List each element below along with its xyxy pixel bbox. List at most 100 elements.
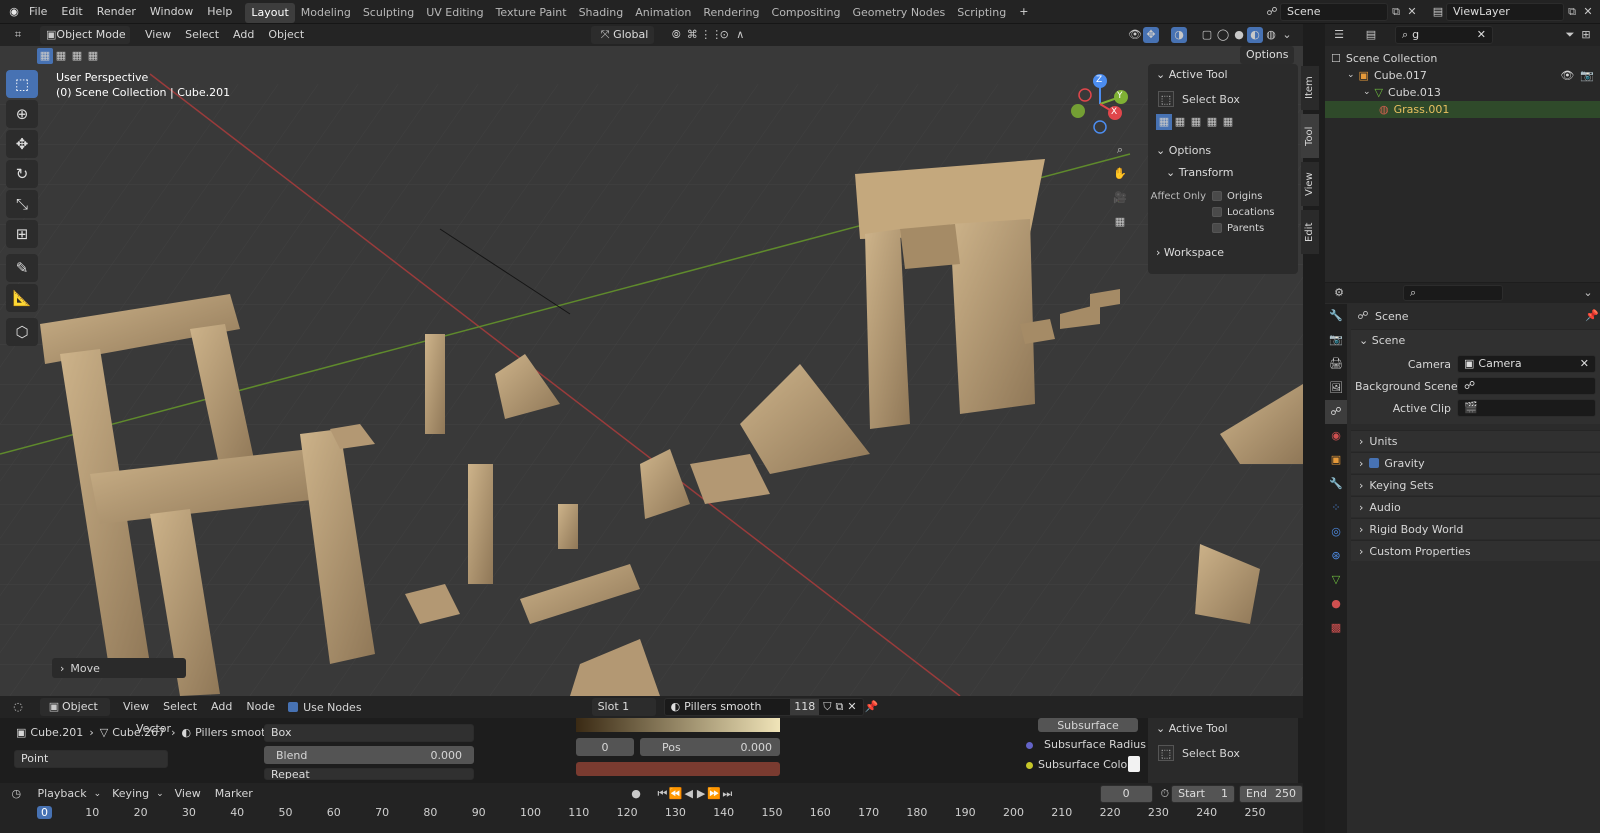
select-subtract-icon[interactable]: ▦ bbox=[69, 48, 85, 64]
mode-subtract-icon[interactable]: ▦ bbox=[1188, 114, 1204, 130]
shader-menu-view[interactable]: View bbox=[116, 695, 156, 719]
new-collection-icon[interactable]: ⊞ bbox=[1578, 27, 1594, 43]
subsurface-slider[interactable]: Subsurface bbox=[1038, 718, 1138, 732]
property-section-gravity[interactable]: › Gravity bbox=[1351, 452, 1600, 473]
menu-help[interactable]: Help bbox=[200, 0, 239, 24]
falloff-icon[interactable]: ∧ bbox=[732, 27, 748, 43]
mode-set-icon[interactable]: ▦ bbox=[1156, 114, 1172, 130]
transform-tool[interactable]: ⊞ bbox=[6, 220, 38, 248]
object-tab-icon[interactable]: ▣ bbox=[1325, 448, 1347, 472]
tool-tab-icon[interactable]: 🔧 bbox=[1325, 304, 1347, 328]
viewport-menu-view[interactable]: View bbox=[138, 24, 178, 47]
sidebar-tab-tool[interactable]: Tool bbox=[1301, 114, 1319, 158]
use-nodes-checkbox[interactable] bbox=[288, 702, 299, 712]
sidebar-tab-view[interactable]: View bbox=[1301, 162, 1319, 206]
workspace-tab-modeling[interactable]: Modeling bbox=[295, 3, 357, 23]
property-section-custom-properties[interactable]: › Custom Properties bbox=[1351, 540, 1600, 561]
new-scene-icon[interactable]: ⧉ bbox=[1388, 4, 1404, 20]
particles-tab-icon[interactable]: ⁘ bbox=[1325, 496, 1347, 520]
shader-type-selector[interactable]: ▣ Object bbox=[40, 698, 110, 716]
material-shading-icon[interactable]: ◐ bbox=[1247, 27, 1263, 43]
select-box-tool[interactable]: ⬚ bbox=[6, 70, 38, 98]
solid-shading-icon[interactable]: ● bbox=[1231, 27, 1247, 43]
material-selector[interactable]: ◐ Pillers smooth 118 ⛉ ⧉ ✕ bbox=[663, 698, 864, 716]
transform-orientation[interactable]: ⤧ Global bbox=[591, 26, 655, 44]
clear-search-icon[interactable]: ✕ bbox=[1477, 27, 1486, 43]
sidebar-tab-edit[interactable]: Edit bbox=[1301, 210, 1319, 254]
shader-menu-select[interactable]: Select bbox=[156, 695, 204, 719]
transform-header[interactable]: ⌄ Transform bbox=[1148, 162, 1298, 184]
property-section-audio[interactable]: › Audio bbox=[1351, 496, 1600, 517]
shader-menu-add[interactable]: Add bbox=[204, 695, 239, 719]
node-active-tool-header[interactable]: ⌄ Active Tool bbox=[1148, 718, 1298, 740]
properties-options-icon[interactable]: ⌄ bbox=[1580, 285, 1596, 301]
overlay-toggle-icon[interactable]: ◑ bbox=[1171, 27, 1187, 43]
duplicate-material-icon[interactable]: ⧉ bbox=[835, 699, 843, 715]
expand-arrow-icon[interactable]: ⌄ bbox=[1363, 84, 1371, 101]
proportional-edit-icon[interactable]: ⊙ bbox=[716, 27, 732, 43]
property-section-rigid-body-world[interactable]: › Rigid Body World bbox=[1351, 518, 1600, 539]
mode-extend-icon[interactable]: ▦ bbox=[1172, 114, 1188, 130]
mode-intersect-icon[interactable]: ▦ bbox=[1220, 114, 1236, 130]
origins-checkbox[interactable] bbox=[1212, 191, 1222, 201]
shader-editor-type-icon[interactable]: ◌ bbox=[10, 699, 26, 715]
workspace-tab-animation[interactable]: Animation bbox=[629, 3, 697, 23]
breadcrumb-material[interactable]: Pillers smooth bbox=[195, 726, 272, 739]
snap-icon[interactable]: ⌘ bbox=[684, 27, 700, 43]
sidebar-tab-item[interactable]: Item bbox=[1301, 66, 1319, 110]
blender-logo-icon[interactable]: ◉ bbox=[6, 4, 22, 20]
remove-scene-icon[interactable]: ✕ bbox=[1404, 4, 1420, 20]
viewport-menu-add[interactable]: Add bbox=[226, 24, 261, 47]
scene-tab-icon[interactable]: ☍ bbox=[1325, 400, 1347, 424]
outliner-type-icon[interactable]: ☰ bbox=[1331, 27, 1347, 43]
camera-view-icon[interactable]: 🎥 bbox=[1112, 190, 1128, 214]
snap-target-icon[interactable]: ⋮⋮ bbox=[700, 27, 722, 43]
pin-icon[interactable]: 📌 bbox=[1584, 308, 1600, 324]
property-section-units[interactable]: › Units bbox=[1351, 430, 1600, 451]
view-layer-tab-icon[interactable]: 🖼 bbox=[1325, 376, 1347, 400]
shader-menu-node[interactable]: Node bbox=[239, 695, 282, 719]
render-camera-icon[interactable]: 📷 bbox=[1580, 67, 1594, 84]
add-cube-tool[interactable]: ⬡ bbox=[6, 318, 38, 346]
cursor-tool[interactable]: ⊕ bbox=[6, 100, 38, 128]
outliner-item[interactable]: ☐ Scene Collection bbox=[1325, 50, 1600, 67]
remove-view-layer-icon[interactable]: ✕ bbox=[1580, 4, 1596, 20]
outliner-item[interactable]: ⌄ ▽ Cube.013 bbox=[1325, 84, 1600, 101]
background-scene-field[interactable]: ☍ bbox=[1457, 377, 1596, 395]
output-tab-icon[interactable]: 🖨 bbox=[1325, 352, 1347, 376]
menu-render[interactable]: Render bbox=[90, 0, 143, 24]
color-ramp-bar[interactable] bbox=[576, 718, 780, 732]
xray-icon[interactable]: ▢ bbox=[1199, 27, 1215, 43]
camera-field[interactable]: ▣ Camera ✕ bbox=[1457, 355, 1596, 373]
render-tab-icon[interactable]: 📷 bbox=[1325, 328, 1347, 352]
filter-icon[interactable]: ⏷ bbox=[1562, 27, 1578, 43]
material-tab-icon[interactable]: ● bbox=[1325, 592, 1347, 616]
move-tool[interactable]: ✥ bbox=[6, 130, 38, 158]
outliner-search[interactable]: ⌕ g ✕ bbox=[1395, 26, 1493, 44]
zoom-icon[interactable]: ⌕ bbox=[1112, 142, 1128, 166]
viewport-options-button[interactable]: Options bbox=[1240, 46, 1295, 64]
material-users[interactable]: 118 bbox=[790, 699, 820, 715]
viewport-menu-select[interactable]: Select bbox=[178, 24, 226, 47]
workspace-tab-geometry-nodes[interactable]: Geometry Nodes bbox=[846, 3, 951, 23]
ramp-index-field[interactable]: 0 bbox=[576, 738, 634, 756]
timeline[interactable]: ◷ Playback ⌄ Keying ⌄ View Marker ● ⏮ ⏪ ◀ ▶ ⏩… bbox=[0, 783, 1303, 833]
pin-node-tree-icon[interactable]: 📌 bbox=[864, 699, 880, 715]
perspective-toggle-icon[interactable]: ▦ bbox=[1112, 214, 1128, 238]
workspace-header[interactable]: › Workspace bbox=[1148, 242, 1298, 264]
outliner-item[interactable]: ⌄ ▣ Cube.017 👁 📷 bbox=[1325, 67, 1600, 84]
box-dropdown[interactable]: Box bbox=[264, 724, 474, 742]
annotate-tool[interactable]: ✎ bbox=[6, 254, 38, 282]
unlink-material-icon[interactable]: ✕ bbox=[847, 699, 856, 715]
active-clip-field[interactable]: 🎬 bbox=[1457, 399, 1596, 417]
outliner-item[interactable]: ◍ Grass.001 bbox=[1325, 101, 1600, 118]
scene-selector[interactable]: Scene bbox=[1280, 2, 1388, 21]
expand-arrow-icon[interactable]: ⌄ bbox=[1347, 67, 1355, 84]
fake-user-icon[interactable]: ⛉ bbox=[823, 699, 831, 715]
properties-type-icon[interactable]: ⚙ bbox=[1331, 285, 1347, 301]
select-extend-icon[interactable]: ▦ bbox=[53, 48, 69, 64]
measure-tool[interactable]: 📐 bbox=[6, 284, 38, 312]
workspace-tab-compositing[interactable]: Compositing bbox=[766, 3, 847, 23]
gravity-checkbox[interactable] bbox=[1369, 458, 1380, 468]
properties-search[interactable]: ⌕ bbox=[1403, 285, 1503, 301]
